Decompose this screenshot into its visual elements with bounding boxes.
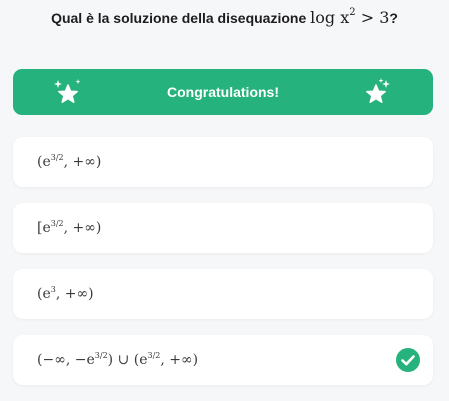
sparkle-star-icon [366,78,390,103]
answer-option-1[interactable]: (e3/2, +∞) [13,137,433,187]
option-label: (−∞, −e3/2) ∪ (e3/2, +∞) [37,351,199,369]
congratulations-banner: Congratulations! [13,69,433,115]
question-mark: ? [389,10,398,26]
sparkle-star-icon [54,79,81,103]
option-text-post: , +∞) [160,352,199,368]
option-text-post: , +∞) [63,154,102,170]
option-text-post: , +∞) [63,220,102,236]
option-label: (e3, +∞) [37,286,94,303]
question-label: Qual è la soluzione della disequazione [51,10,307,26]
math-suffix: > 3 [355,8,390,27]
option-exponent: 3/2 [94,351,108,360]
option-label: [e3/2, +∞) [37,219,102,237]
option-exponent-2: 3/2 [147,351,161,360]
question-math: log x2 > 3 [310,8,390,28]
option-exponent: 3/2 [50,219,64,228]
option-label: (e3/2, +∞) [37,153,102,171]
option-exponent: 3/2 [50,153,64,162]
option-text-pre: (e [37,286,51,302]
answer-option-3[interactable]: (e3, +∞) [13,269,433,319]
option-text-pre: [e [37,220,51,236]
math-prefix: log x [310,8,350,27]
banner-title: Congratulations! [167,84,279,100]
option-text-mid: ) ∪ (e [107,352,148,368]
answer-option-4[interactable]: (−∞, −e3/2) ∪ (e3/2, +∞) [13,335,433,385]
check-circle-icon [396,348,420,372]
option-text-post: , +∞) [55,286,94,302]
option-text-pre: (e [37,154,51,170]
question-text: Qual è la soluzione della disequazione l… [0,8,449,28]
answer-option-2[interactable]: [e3/2, +∞) [13,203,433,253]
option-text-pre: (−∞, −e [37,352,95,368]
